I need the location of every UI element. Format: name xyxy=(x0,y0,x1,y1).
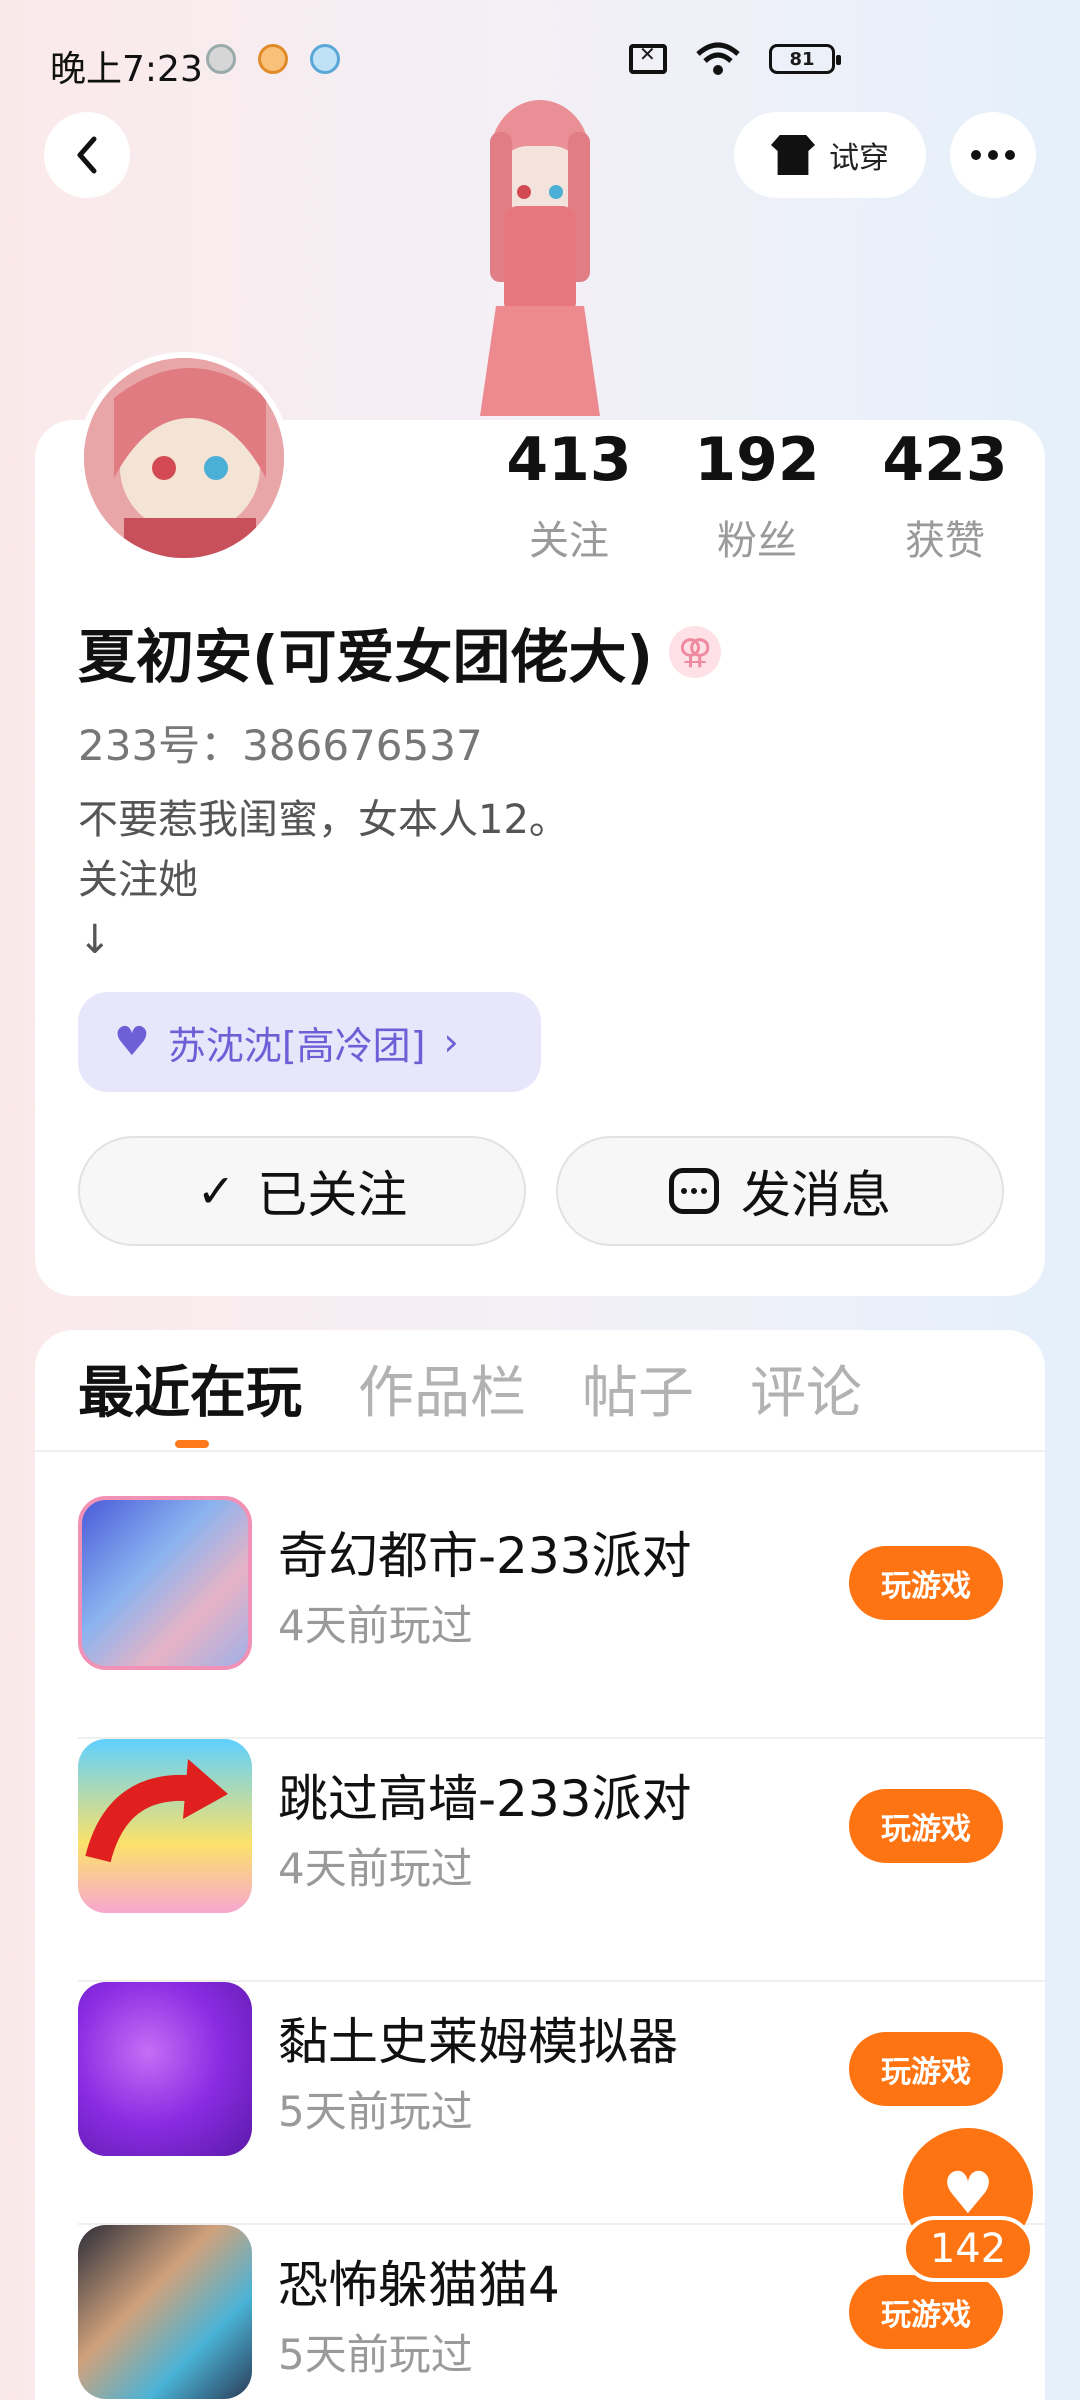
follow-label: 已关注 xyxy=(257,1166,408,1224)
list-item[interactable]: 黏土史莱姆模拟器 5天前玩过 玩游戏 xyxy=(78,1982,1045,2225)
follow-button[interactable]: ✓ 已关注 xyxy=(78,1136,526,1246)
tiger-app-icon xyxy=(310,44,340,74)
check-icon: ✓ xyxy=(196,1164,236,1218)
game-icon xyxy=(78,1496,252,1670)
mi-app-icon xyxy=(258,44,288,74)
female-gender-icon: ⚢ xyxy=(669,626,722,678)
more-dot xyxy=(988,150,998,160)
app-notification-icon xyxy=(206,44,236,74)
game-played-time: 4天前玩过 xyxy=(278,1844,473,1893)
stat-likes-label: 获赞 xyxy=(905,518,985,564)
game-played-time: 5天前玩过 xyxy=(278,2087,473,2136)
profile-uid: 233号：386676537 xyxy=(78,721,483,770)
game-played-time: 4天前玩过 xyxy=(278,1601,473,1650)
game-icon xyxy=(78,1982,252,2156)
list-item[interactable]: 恐怖躲猫猫4 5天前玩过 玩游戏 xyxy=(78,2225,1045,2400)
chevron-left-icon xyxy=(77,136,97,174)
game-title: 恐怖躲猫猫4 xyxy=(278,2256,560,2314)
tshirt-icon xyxy=(771,135,815,175)
tab-comments[interactable]: 评论 xyxy=(750,1350,862,1470)
play-game-button[interactable]: 玩游戏 xyxy=(849,1789,1003,1863)
heart-icon: ♥ xyxy=(114,1019,150,1065)
game-title: 奇幻都市-233派对 xyxy=(278,1527,692,1585)
avatar[interactable] xyxy=(78,352,290,564)
stat-likes[interactable]: 423 获赞 xyxy=(851,424,1039,566)
floating-like-count: 142 xyxy=(902,2216,1034,2282)
tryon-button[interactable]: 试穿 xyxy=(734,112,926,198)
stat-followers-label: 粉丝 xyxy=(717,518,797,564)
stat-likes-count: 423 xyxy=(882,425,1008,495)
tryon-label: 试穿 xyxy=(829,141,889,176)
profile-tabs: 最近在玩 作品栏 帖子 评论 xyxy=(78,1350,862,1470)
play-game-button[interactable]: 玩游戏 xyxy=(849,2032,1003,2106)
tab-works[interactable]: 作品栏 xyxy=(358,1350,526,1470)
game-played-time: 5天前玩过 xyxy=(278,2330,473,2379)
stat-following[interactable]: 413 关注 xyxy=(475,424,663,566)
back-button[interactable] xyxy=(44,112,130,198)
tab-posts[interactable]: 帖子 xyxy=(582,1350,694,1470)
message-label: 发消息 xyxy=(741,1166,891,1224)
profile-name: 夏初安(可爱女团佬大) xyxy=(78,623,654,691)
chevron-right-icon: › xyxy=(443,1020,459,1064)
more-button[interactable] xyxy=(950,112,1036,198)
list-item[interactable]: 奇幻都市-233派对 4天前玩过 玩游戏 xyxy=(78,1496,1045,1739)
jump-arrow-icon xyxy=(85,1759,228,1863)
stat-followers[interactable]: 192 粉丝 xyxy=(663,424,851,566)
battery-icon: 81 xyxy=(769,44,841,74)
sim-icon xyxy=(629,42,667,74)
avatar-figure-image xyxy=(480,100,600,416)
play-game-button[interactable]: 玩游戏 xyxy=(849,2275,1003,2349)
tab-active-indicator xyxy=(175,1440,209,1448)
more-dot xyxy=(971,150,981,160)
profile-name-row: 夏初安(可爱女团佬大) ⚢ xyxy=(78,610,722,694)
game-icon xyxy=(78,2225,252,2399)
profile-stats: 413 关注 192 粉丝 423 获赞 xyxy=(475,424,1039,566)
game-icon xyxy=(78,1739,252,1913)
tab-recent-played[interactable]: 最近在玩 xyxy=(78,1350,302,1470)
stat-followers-count: 192 xyxy=(694,425,820,495)
group-chip[interactable]: ♥ 苏沈沈[高冷团] › xyxy=(78,992,541,1092)
group-name: 苏沈沈[高冷团] xyxy=(167,1023,426,1068)
game-list: 奇幻都市-233派对 4天前玩过 玩游戏 跳过高墙-233派对 4天前玩过 玩游… xyxy=(78,1496,1045,2400)
list-item[interactable]: 跳过高墙-233派对 4天前玩过 玩游戏 xyxy=(78,1739,1045,1982)
play-game-button[interactable]: 玩游戏 xyxy=(849,1546,1003,1620)
status-time: 晚上7:23 xyxy=(50,49,203,90)
more-dot xyxy=(1005,150,1015,160)
status-app-icons xyxy=(206,44,340,74)
stat-following-label: 关注 xyxy=(529,518,609,564)
profile-bio: 不要惹我闺蜜，女本人12。 关注她 ↓ xyxy=(78,797,569,963)
game-title: 黏土史莱姆模拟器 xyxy=(278,2013,678,2071)
wifi-icon xyxy=(696,42,740,75)
tabs-divider xyxy=(35,1450,1045,1452)
status-indicators: 81 xyxy=(629,42,841,76)
game-title: 跳过高墙-233派对 xyxy=(278,1770,692,1828)
message-button[interactable]: 发消息 xyxy=(556,1136,1004,1246)
chat-icon xyxy=(669,1168,719,1214)
stat-following-count: 413 xyxy=(506,425,632,495)
